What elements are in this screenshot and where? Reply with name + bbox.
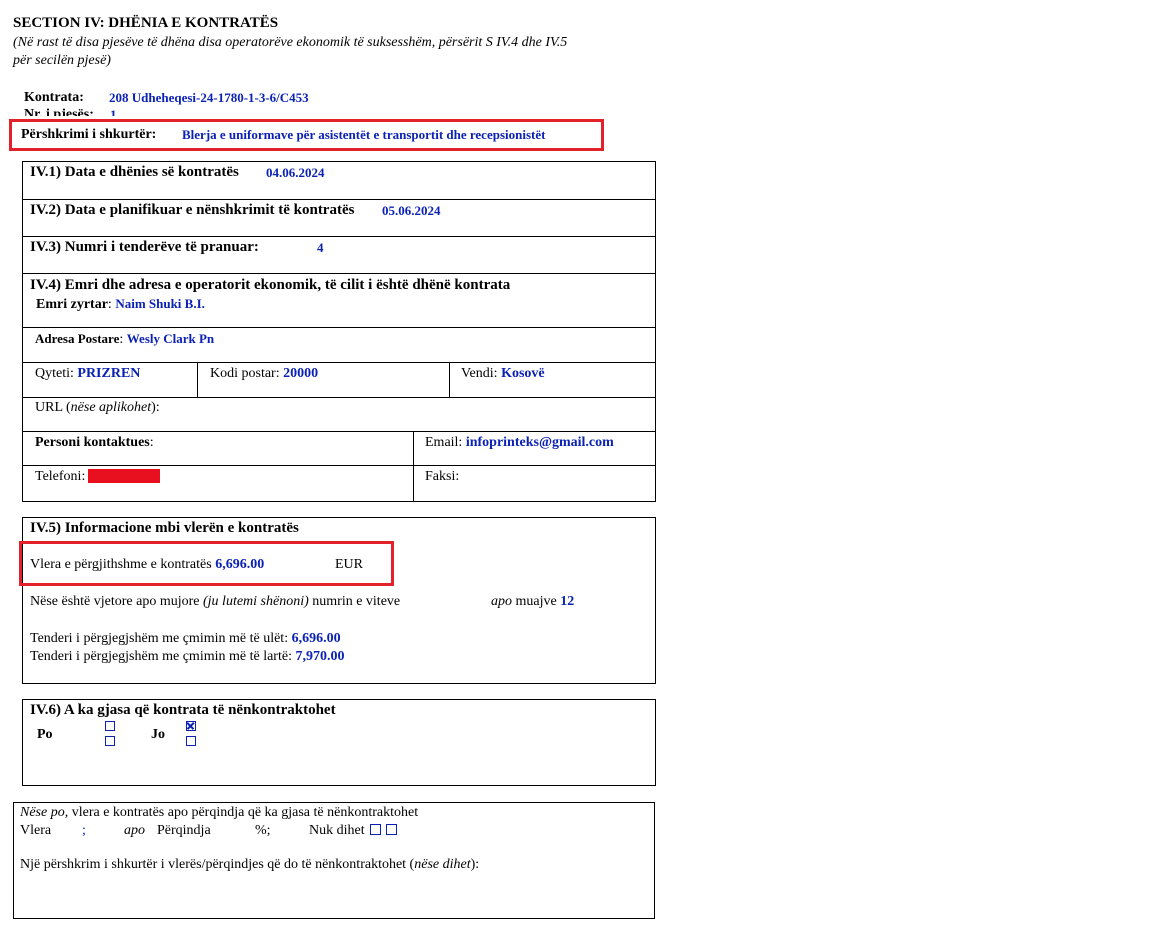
url-row: URL (nëse aplikohet): [35, 400, 160, 416]
nuk-dihet-label: Nuk dihet [309, 823, 365, 838]
iv1-label: IV.1) Data e dhënies së kontratës [30, 164, 239, 180]
iv1-value: 04.06.2024 [266, 165, 325, 180]
telefoni-label: Telefoni: [35, 469, 86, 484]
personi-row: Personi kontaktues: [35, 435, 154, 450]
larte-label: Tenderi i përgjegjshëm me çmimin më të l… [30, 649, 292, 664]
muajve-value: 12 [560, 594, 575, 609]
iv6-label: IV.6) A ka gjasa që kontrata të nënkontr… [30, 702, 336, 718]
kontrata-value: 208 Udheheqesi-24-1780-1-3-6/C453 [109, 90, 309, 105]
section-subtitle-line2: për secilën pjesë) [13, 53, 111, 68]
kodi-value: 20000 [283, 366, 319, 381]
ulet-row: Tenderi i përgjegjshëm me çmimin më të u… [30, 631, 341, 647]
vjetore-italic: (ju lutemi shënoni) [203, 594, 309, 609]
vlera-sub-label: Vlera [20, 823, 52, 838]
faksi-cell: Faksi: [425, 469, 459, 485]
apo-italic: apo [491, 594, 512, 609]
section-title: SECTION IV: DHËNIA E KONTRATËS [13, 15, 279, 31]
emri-zyrtar-row: Emri zyrtar: Naim Shuki B.I. [36, 296, 205, 312]
nese-po: Nëse po, [20, 805, 69, 820]
adresa-row: Adresa Postare: Wesly Clark Pn [35, 331, 215, 347]
iv2-label: IV.2) Data e planifikuar e nënshkrimit t… [30, 202, 355, 218]
larte-row: Tenderi i përgjegjshëm me çmimin më të l… [30, 649, 344, 665]
iv4-label: IV.4) Emri dhe adresa e operatorit ekono… [30, 277, 511, 293]
apo-sub: apo [124, 823, 145, 838]
qyteti-cell: Qyteti: PRIZREN [35, 366, 140, 382]
email-cell: Email: infoprinteks@gmail.com [425, 435, 614, 451]
url-label: URL ( [35, 400, 71, 415]
qyteti-label: Qyteti: [35, 366, 74, 381]
ulet-value: 6,696.00 [291, 631, 341, 646]
subcontract-line1: Nëse po, vlera e kontratës apo përqindja… [20, 805, 418, 821]
jo-checkbox-checked[interactable] [186, 721, 196, 731]
po-checkbox-bottom[interactable] [105, 736, 115, 746]
larte-value: 7,970.00 [295, 649, 345, 664]
emri-label: Emri zyrtar [36, 297, 108, 312]
jo-label: Jo [151, 727, 165, 742]
nr-pjeses-value: 1 [110, 107, 117, 116]
email-value: infoprinteks@gmail.com [465, 435, 614, 450]
pershkrim-text: Një përshkrim i shkurtër i vlerës/përqin… [20, 857, 415, 872]
pershkrim-italic: nëse dihet [414, 857, 471, 872]
nuk-dihet-checkbox-2[interactable] [386, 824, 398, 835]
muajve-label: muajve [515, 594, 557, 609]
nuk-dihet-checkbox-1[interactable] [370, 824, 382, 835]
vendi-label: Vendi: [461, 366, 498, 381]
vjetore-row: Nëse është vjetore apo mujore (ju lutemi… [30, 594, 400, 610]
vjetore-text: Nëse është vjetore apo mujore [30, 594, 200, 609]
pershkrim-end: ): [470, 857, 480, 872]
kodi-label: Kodi postar: [210, 366, 280, 381]
email-label: Email: [425, 435, 463, 450]
nuk-dihet-row: Nuk dihet [309, 823, 398, 839]
qyteti-value: PRIZREN [77, 366, 141, 381]
po-label: Po [37, 727, 53, 742]
iv2-value: 05.06.2024 [382, 203, 441, 218]
highlight-pershkrimi [9, 119, 604, 151]
nr-pjeses-label: Nr. i pjesës: [24, 107, 94, 116]
iv5-label: IV.5) Informacione mbi vlerën e kontratë… [30, 520, 299, 536]
url-end: ): [151, 400, 160, 415]
vlera-sub-semicolon: ; [82, 823, 86, 838]
url-italic: nëse aplikohet [70, 400, 152, 415]
subcontract-line1-rest: vlera e kontratës apo përqindja që ka gj… [71, 805, 419, 820]
section-subtitle-line1: (Në rast të disa pjesëve të dhëna disa o… [13, 35, 568, 50]
highlight-vlera [19, 541, 394, 586]
emri-value: Naim Shuki B.I. [115, 296, 205, 311]
jo-checkbox-bottom[interactable] [186, 736, 196, 746]
faksi-label: Faksi: [425, 469, 460, 484]
vjetore-end: numrin e viteve [312, 594, 401, 609]
vendi-cell: Vendi: Kosovë [461, 366, 545, 382]
muajve-row: apo muajve 12 [491, 594, 574, 610]
perqindja-label: Përqindja [157, 823, 211, 838]
po-checkbox-top[interactable] [105, 721, 115, 731]
personi-label: Personi kontaktues [35, 435, 150, 450]
adresa-value: Wesly Clark Pn [126, 331, 215, 346]
redaction-bar [88, 469, 160, 483]
iv3-label: IV.3) Numri i tenderëve të pranuar: [30, 239, 259, 255]
telefoni-cell: Telefoni: [35, 469, 85, 485]
kontrata-label: Kontrata: [24, 90, 84, 105]
pershkrim-row: Një përshkrim i shkurtër i vlerës/përqin… [20, 857, 479, 873]
ulet-label: Tenderi i përgjegjshëm me çmimin më të u… [30, 631, 289, 646]
vendi-value: Kosovë [501, 366, 545, 381]
pct-label: %; [255, 823, 271, 838]
iv3-value: 4 [317, 240, 324, 255]
adresa-label: Adresa Postare [35, 331, 120, 346]
kodi-cell: Kodi postar: 20000 [210, 366, 318, 382]
